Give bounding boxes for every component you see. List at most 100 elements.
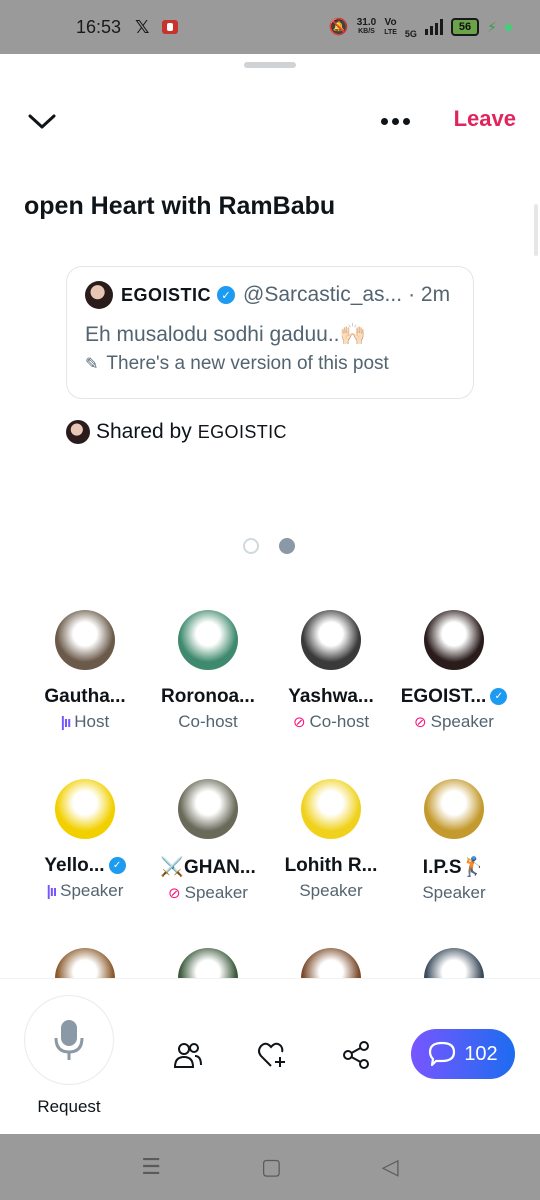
participant-avatar	[178, 610, 238, 670]
participant-name-text: ⚔️GHAN...	[160, 857, 256, 878]
system-nav-bar: ☰ ▢ ◁	[0, 1134, 540, 1200]
participant-name: Gautha...	[23, 686, 147, 708]
mute-bell-icon: 🔕	[328, 19, 349, 36]
speaking-bars-icon: |ıı	[60, 713, 72, 731]
avatar	[66, 420, 90, 444]
comments-button[interactable]: 102	[411, 1029, 515, 1079]
post-time: · 2m	[408, 283, 451, 306]
page-dot-active[interactable]	[279, 538, 295, 554]
participant-name-text: Yashwa...	[288, 686, 374, 707]
post-edit-text: There's a new version of this post	[106, 353, 389, 374]
participant-name: Yello... ✓	[23, 855, 147, 877]
participant-role: ⊘ Speaker	[392, 712, 516, 732]
post-author-handle: @Sarcastic_as...	[243, 283, 403, 306]
participant-avatar	[424, 610, 484, 670]
participant-name-text: Lohith R...	[284, 855, 378, 876]
people-icon	[173, 1043, 202, 1068]
participant-role-text: Co-host	[178, 712, 238, 731]
participant-avatar	[301, 948, 361, 980]
participant[interactable]: Yello... ✓ |ıı Speaker	[23, 779, 147, 901]
participant[interactable]: Yashwa... ⊘ Co-host	[269, 610, 393, 732]
space-sheet: Leave open Heart with RamBabu EGOISTIC ✓…	[0, 54, 540, 1134]
space-title: open Heart with RamBabu	[24, 192, 336, 220]
participants-grid: Gautha... |ıı Host Roronoa... Co-host Yashwa.…	[0, 592, 540, 980]
participant-role: |ıı Host	[23, 712, 147, 732]
volte-indicator: Vo LTE	[384, 16, 397, 37]
home-icon[interactable]: ▢	[261, 1154, 282, 1180]
participant-role-text: Co-host	[309, 712, 370, 731]
participant[interactable]	[23, 948, 147, 980]
mic-icon	[54, 1020, 84, 1060]
participant-name-text: Yello...	[44, 855, 105, 876]
participant-role: ⊘ Speaker	[146, 883, 270, 903]
volte-top: Vo	[384, 16, 397, 28]
participant-avatar	[178, 779, 238, 839]
participant-role-text: Speaker	[422, 883, 486, 902]
participant-name-text: I.P.S🏌️	[422, 857, 486, 878]
participant[interactable]: Gautha... |ıı Host	[23, 610, 147, 732]
participant-name: EGOIST... ✓	[392, 686, 516, 708]
participant[interactable]: ⚔️GHAN... ⊘ Speaker	[146, 779, 270, 903]
charging-icon: ⚡	[487, 18, 497, 35]
participant-name: Yashwa...	[269, 686, 393, 708]
status-time: 16:53	[76, 16, 122, 37]
pinned-post-card[interactable]: EGOISTIC ✓ @Sarcastic_as... · 2m Eh musa…	[66, 266, 474, 399]
signal-icon	[424, 19, 443, 35]
network-speed-unit: KB/S	[358, 28, 375, 35]
participant[interactable]	[269, 948, 393, 980]
participant-role-text: Speaker	[430, 712, 494, 731]
participant-role: ⊘ Co-host	[269, 712, 393, 732]
participant-role: |ıı Speaker	[23, 881, 147, 901]
more-options-icon[interactable]	[374, 106, 416, 136]
screen-record-icon	[161, 20, 178, 34]
participant-role: Co-host	[146, 712, 270, 732]
chevron-down-icon[interactable]	[24, 106, 60, 136]
heart-plus-icon	[258, 1042, 285, 1067]
status-bar: 16:53 𝕏 🔕 31.0 KB/S Vo LTE 5G 56 ⚡	[0, 0, 540, 54]
mic-off-icon: ⊘	[168, 885, 181, 902]
participant-name: Roronoa...	[146, 686, 270, 708]
participant-role-text: Speaker	[184, 883, 248, 902]
participant[interactable]: EGOIST... ✓ ⊘ Speaker	[392, 610, 516, 732]
request-mic-button[interactable]	[24, 995, 114, 1085]
participant-avatar	[55, 779, 115, 839]
speaking-bars-icon: |ıı	[46, 882, 58, 900]
participant-role: Speaker	[392, 883, 516, 903]
shared-by: Shared by EGOISTIC	[66, 420, 287, 444]
participant[interactable]: I.P.S🏌️ Speaker	[392, 779, 516, 903]
mic-off-icon: ⊘	[414, 714, 427, 731]
participant-avatar	[301, 610, 361, 670]
verified-badge-icon: ✓	[490, 688, 508, 706]
share-icon	[343, 1041, 369, 1069]
participant-role-text: Speaker	[60, 881, 124, 900]
participant[interactable]	[146, 948, 270, 980]
react-button[interactable]	[254, 1037, 290, 1073]
participant-name: ⚔️GHAN...	[146, 855, 270, 879]
scrollbar[interactable]	[534, 204, 538, 256]
avatar	[85, 281, 113, 309]
participant[interactable]: Roronoa... Co-host	[146, 610, 270, 732]
participant-role-text: Speaker	[299, 881, 363, 900]
volte-bottom: LTE	[384, 28, 397, 36]
participant-name-text: EGOIST...	[400, 686, 487, 707]
mic-off-icon: ⊘	[292, 714, 306, 731]
people-button[interactable]	[170, 1037, 206, 1073]
post-edit-notice[interactable]: ✎ There's a new version of this post	[85, 353, 455, 375]
x-app-icon: 𝕏	[135, 16, 150, 37]
network-type: 5G	[404, 29, 417, 39]
page-dot[interactable]	[243, 538, 259, 554]
participant-name: Lohith R...	[269, 855, 393, 877]
participant[interactable]	[392, 948, 516, 980]
back-icon[interactable]: ◁	[382, 1154, 399, 1180]
leave-button[interactable]: Leave	[454, 106, 516, 132]
participant-name-text: Gautha...	[44, 686, 126, 707]
drag-handle[interactable]	[244, 62, 296, 68]
recents-icon[interactable]: ☰	[141, 1154, 161, 1180]
share-button[interactable]	[338, 1037, 374, 1073]
participant-avatar	[178, 948, 238, 980]
participant-avatar	[55, 610, 115, 670]
verified-badge-icon: ✓	[108, 857, 126, 875]
participant-avatar	[55, 948, 115, 980]
participant[interactable]: Lohith R... Speaker	[269, 779, 393, 901]
participant-avatar	[301, 779, 361, 839]
